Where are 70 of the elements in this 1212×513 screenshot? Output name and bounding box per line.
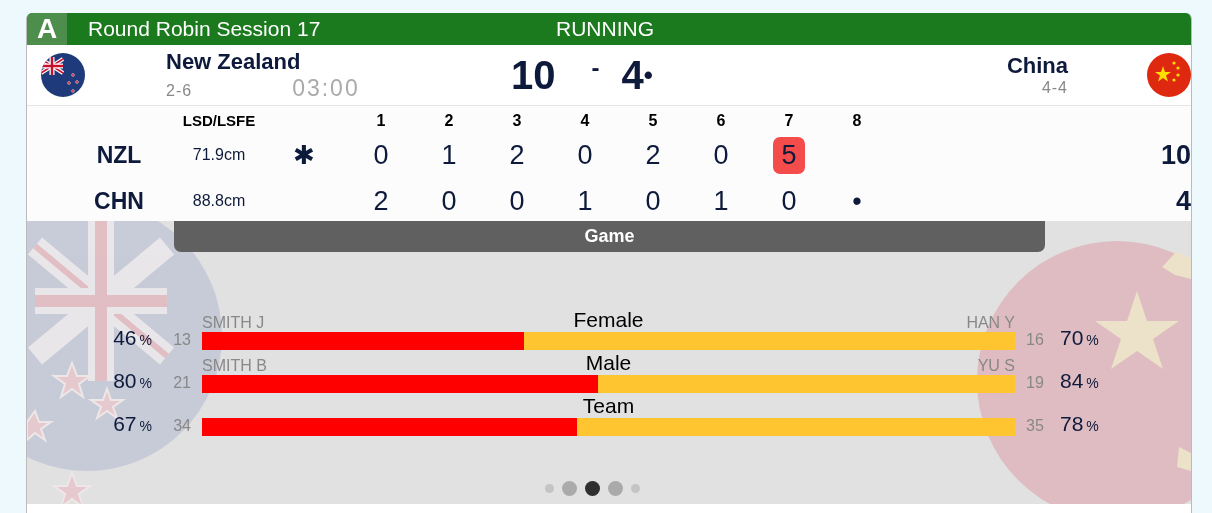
page-dot[interactable] (545, 484, 554, 493)
end-number: 3 (511, 111, 523, 131)
percentage: 70% (1060, 326, 1100, 350)
lsd-value: 88.8cm (191, 191, 247, 211)
player-name: HAN Y (966, 314, 1015, 331)
team-name: China (1006, 53, 1068, 79)
game-clock: 03:00 (292, 74, 360, 102)
end-score: 0 (644, 184, 662, 218)
team-record: 2-6 (166, 81, 193, 100)
end-score: • (851, 184, 863, 218)
team-score: 10 (510, 52, 556, 98)
column-header: LSD/LSFE (181, 111, 257, 131)
player-name: SMITH J (202, 314, 265, 331)
category-label: Team (582, 394, 635, 418)
session-title: Round Robin Session 17 (88, 17, 322, 41)
end-score: 0 (372, 138, 390, 172)
flag-icon (41, 53, 85, 97)
team-name: New Zealand (166, 48, 302, 75)
percentage: 67% (112, 412, 152, 436)
total-score: 4 (1175, 185, 1191, 217)
end-number: 5 (647, 111, 659, 131)
percentage: 84% (1060, 369, 1100, 393)
end-score: 1 (440, 138, 458, 172)
total-score: 10 (1160, 139, 1191, 171)
end-number: 4 (579, 111, 591, 131)
shot-count: 35 (1025, 417, 1045, 436)
hammer-indicator: • (643, 59, 653, 91)
category-label: Female (573, 308, 644, 332)
percentage: 78% (1060, 412, 1100, 436)
player-name: YU S (977, 357, 1015, 374)
end-score: 0 (508, 184, 526, 218)
end-score: 2 (372, 184, 390, 218)
team-code: NZL (95, 140, 143, 170)
score-separator: - (591, 54, 600, 82)
page-dot[interactable] (608, 481, 623, 496)
shot-count: 16 (1025, 331, 1045, 350)
section-header: Game (174, 221, 1045, 252)
shot-count: 34 (172, 417, 192, 436)
end-score: 2 (508, 138, 526, 172)
end-number: 7 (783, 111, 795, 131)
end-score: 0 (440, 184, 458, 218)
team-code: CHN (93, 186, 145, 216)
end-number: 1 (375, 111, 387, 131)
end-score: 5 (773, 136, 805, 174)
end-score: 1 (712, 184, 730, 218)
end-score: 0 (780, 184, 798, 218)
team-record: 4-4 (1041, 79, 1068, 97)
flag-icon (1147, 53, 1191, 97)
shot-count: 19 (1025, 374, 1045, 393)
end-number: 2 (443, 111, 455, 131)
end-score: 2 (644, 138, 662, 172)
page-dot[interactable] (562, 481, 577, 496)
end-score: 0 (576, 138, 594, 172)
percentage: 46% (112, 326, 152, 350)
end-number: 8 (851, 111, 863, 131)
shot-count: 21 (172, 374, 192, 393)
category-label: Male (585, 351, 632, 375)
percentage: 80% (112, 369, 152, 393)
page-dot[interactable] (585, 481, 600, 496)
group-badge: A (27, 13, 67, 45)
shot-count: 13 (172, 331, 192, 350)
game-status: RUNNING (556, 17, 654, 41)
end-score: 0 (712, 138, 730, 172)
lsd-value: 71.9cm (191, 145, 247, 165)
team-score: 4 (621, 52, 644, 98)
end-number: 6 (715, 111, 727, 131)
page-dot[interactable] (631, 484, 640, 493)
end-score: 1 (576, 184, 594, 218)
asterisk-icon: ✱ (293, 139, 315, 171)
player-name: SMITH B (202, 357, 267, 374)
